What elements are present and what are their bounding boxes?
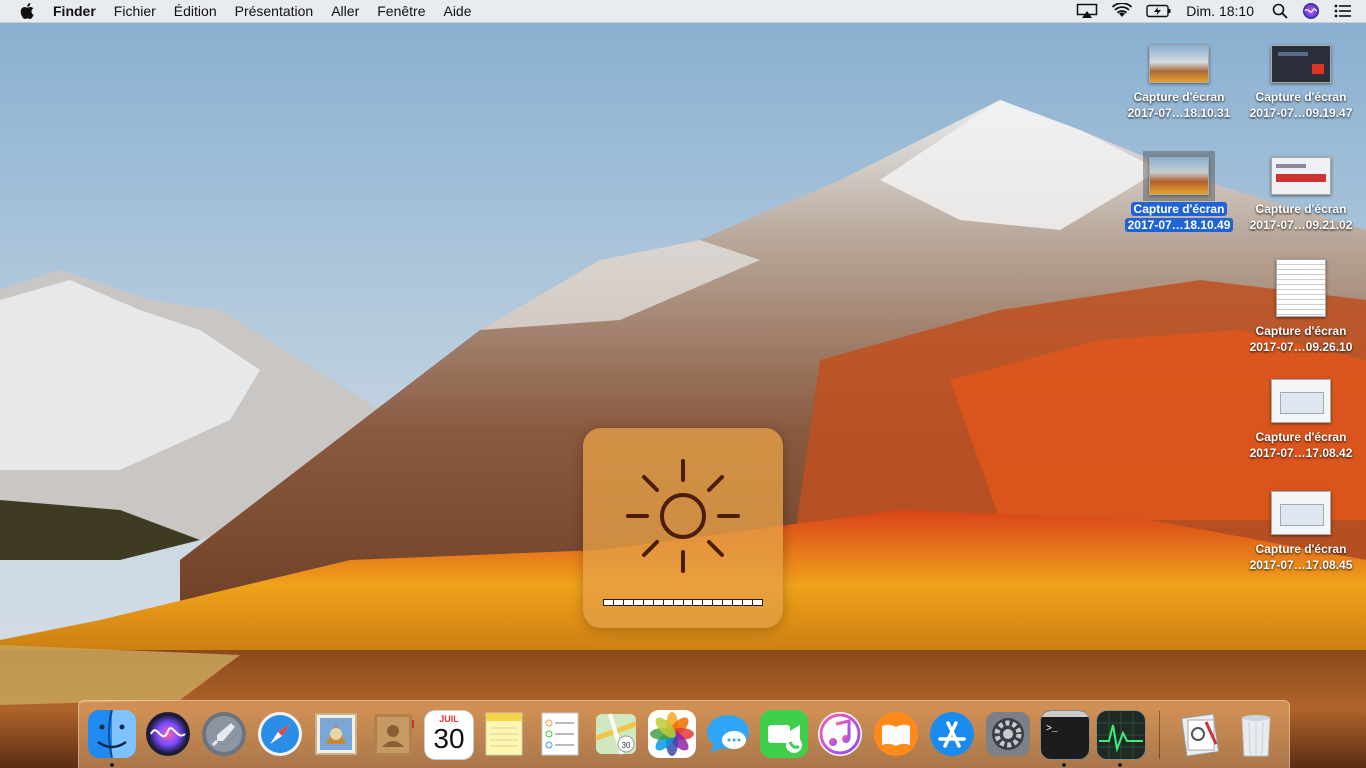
screenshot-thumbnail (1149, 45, 1209, 83)
search-icon[interactable] (1272, 0, 1288, 22)
menu-presentation[interactable]: Présentation (226, 0, 323, 22)
airplay-icon[interactable] (1076, 0, 1098, 22)
brightness-segment (743, 600, 753, 605)
dock-messages-icon[interactable] (704, 710, 752, 758)
menu-fenetre[interactable]: Fenêtre (368, 0, 434, 22)
dock-maps-icon[interactable]: 30 (592, 710, 640, 758)
screenshot-thumbnail (1276, 259, 1326, 317)
file-label: Capture d'écran 2017-07…09.19.47 (1249, 90, 1353, 120)
dock-finder-icon[interactable] (88, 710, 136, 758)
dock-siri-icon[interactable] (144, 710, 192, 758)
desktop-file-screenshot-selected[interactable]: Capture d'écran 2017-07…18.10.49 (1119, 151, 1239, 233)
brightness-segment (633, 600, 643, 605)
dock-facetime-icon[interactable] (760, 710, 808, 758)
file-label: Capture d'écran 2017-07…17.08.45 (1249, 542, 1353, 572)
file-label: Capture d'écran 2017-07…09.21.02 (1249, 202, 1353, 232)
desktop-file-screenshot[interactable]: Capture d'écran 2017-07…09.21.02 (1241, 157, 1361, 233)
apple-icon[interactable] (18, 0, 36, 22)
file-label: Capture d'écran 2017-07…09.26.10 (1249, 324, 1353, 354)
brightness-segment (653, 600, 663, 605)
dock-terminal-icon[interactable]: >_ (1040, 710, 1090, 760)
dock: JUIL 30 30 >_ (78, 700, 1290, 768)
svg-text:>_: >_ (1046, 724, 1059, 735)
dock-reminders-icon[interactable] (536, 710, 584, 758)
dock-preview-icon[interactable] (1176, 710, 1224, 758)
dock-mail-icon[interactable] (312, 710, 360, 758)
file-label: Capture d'écran 2017-07…18.10.31 (1127, 90, 1231, 120)
brightness-segment (733, 600, 743, 605)
brightness-level-bar (603, 599, 763, 606)
dock-safari-icon[interactable] (256, 710, 304, 758)
dock-calendar-icon[interactable]: JUIL 30 (424, 710, 474, 760)
calendar-day: 30 (433, 723, 465, 754)
screenshot-thumbnail (1271, 157, 1331, 195)
brightness-segment (643, 600, 653, 605)
menu-finder[interactable]: Finder (44, 0, 105, 22)
dock-launchpad-icon[interactable] (200, 710, 248, 758)
brightness-segment (613, 600, 623, 605)
notification-center-icon[interactable] (1334, 0, 1352, 22)
desktop-file-screenshot[interactable]: Capture d'écran 2017-07…09.19.47 (1241, 45, 1361, 121)
desktop-file-screenshot[interactable]: Capture d'écran 2017-07…17.08.42 (1241, 379, 1361, 461)
desktop-file-screenshot[interactable]: Capture d'écran 2017-07…18.10.31 (1119, 45, 1239, 121)
screenshot-thumbnail (1143, 151, 1215, 201)
siri-icon[interactable] (1302, 0, 1320, 22)
brightness-segment (663, 600, 673, 605)
brightness-sun-icon (626, 459, 740, 573)
svg-text:30: 30 (622, 741, 631, 750)
menu-fichier[interactable]: Fichier (105, 0, 165, 22)
dock-contacts-icon[interactable] (368, 710, 416, 758)
running-indicator (110, 763, 114, 767)
dock-activity-monitor-icon[interactable] (1096, 710, 1146, 760)
dock-notes-icon[interactable] (480, 710, 528, 758)
dock-ibooks-icon[interactable] (872, 710, 920, 758)
brightness-segment (604, 600, 613, 605)
brightness-segment (753, 600, 762, 605)
dock-photos-icon[interactable] (648, 710, 696, 758)
dock-itunes-icon[interactable] (816, 710, 864, 758)
running-indicator (1118, 763, 1122, 767)
menu-edition[interactable]: Édition (165, 0, 226, 22)
dock-separator (1159, 711, 1160, 759)
dock-system-preferences-icon[interactable] (984, 710, 1032, 758)
desktop-file-screenshot[interactable]: Capture d'écran 2017-07…09.26.10 (1241, 259, 1361, 355)
brightness-segment (683, 600, 693, 605)
screenshot-thumbnail (1271, 379, 1331, 423)
desktop-file-screenshot[interactable]: Capture d'écran 2017-07…17.08.45 (1241, 491, 1361, 573)
dock-app-store-icon[interactable] (928, 710, 976, 758)
battery-icon[interactable] (1146, 0, 1172, 22)
brightness-segment (703, 600, 713, 605)
menu-aide[interactable]: Aide (434, 0, 480, 22)
brightness-segment (673, 600, 683, 605)
screenshot-thumbnail (1271, 491, 1331, 535)
dock-trash-icon[interactable] (1232, 710, 1280, 758)
file-label: Capture d'écran 2017-07…18.10.49 (1119, 201, 1239, 233)
brightness-segment (623, 600, 633, 605)
menu-bar: Finder Fichier Édition Présentation Alle… (0, 0, 1366, 23)
brightness-segment (713, 600, 723, 605)
wifi-icon[interactable] (1112, 0, 1133, 22)
clock[interactable]: Dim. 18:10 (1186, 0, 1254, 22)
file-label: Capture d'écran 2017-07…17.08.42 (1249, 430, 1353, 460)
brightness-segment (723, 600, 733, 605)
brightness-hud (583, 428, 783, 628)
menu-aller[interactable]: Aller (322, 0, 368, 22)
brightness-segment (693, 600, 703, 605)
running-indicator (1062, 763, 1066, 767)
screenshot-thumbnail (1271, 45, 1331, 83)
